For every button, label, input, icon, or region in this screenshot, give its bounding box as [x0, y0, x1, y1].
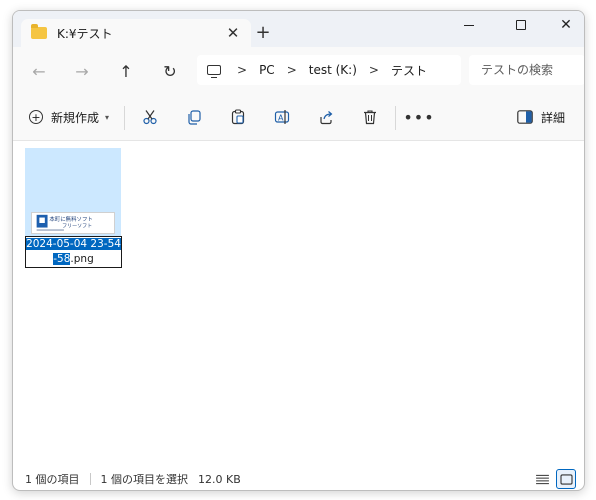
file-item[interactable]: 本町に無料ソフト フリーソフト 2024-05-04 23-54 -58.png — [25, 148, 122, 268]
share-button[interactable] — [312, 103, 340, 131]
status-divider — [89, 473, 91, 485]
view-switcher — [528, 467, 576, 490]
thumbnail-text-2: フリーソフト — [62, 224, 92, 230]
maximize-icon — [516, 20, 526, 30]
rename-selected-text-line1: 2024-05-04 23-54 — [26, 238, 121, 250]
maximize-button[interactable] — [498, 11, 544, 39]
details-button[interactable]: 詳細 — [513, 103, 569, 131]
plus-icon: + — [29, 110, 43, 124]
breadcrumb-separator[interactable]: > — [369, 63, 379, 77]
rename-extension: .png — [70, 253, 94, 265]
cut-icon — [143, 110, 157, 125]
rename-selected-text-line2: -58 — [53, 253, 71, 265]
list-view-icon — [535, 474, 549, 484]
search-box[interactable] — [469, 55, 584, 85]
item-count: 1 個の項目 — [25, 473, 80, 486]
explorer-window: K:¥テスト ✕ + ✕ ← → ↑ ↻ > PC > test (K:) > … — [12, 10, 585, 491]
paste-button[interactable] — [224, 103, 252, 131]
toolbar-divider — [124, 106, 125, 130]
close-icon: ✕ — [560, 17, 572, 33]
command-bar: + 新規作成 ▾ A ••• 詳細 — [13, 93, 584, 141]
rename-icon: A — [274, 110, 290, 124]
breadcrumb-drive[interactable]: test (K:) — [309, 63, 357, 77]
selected-info: 1 個の項目を選択 — [100, 473, 189, 486]
navigation-bar: ← → ↑ ↻ > PC > test (K:) > テスト — [13, 47, 584, 93]
large-icons-view-button[interactable] — [556, 469, 576, 489]
delete-button[interactable] — [356, 103, 384, 131]
thumbnail-text-1: 本町に無料ソフト — [49, 215, 93, 223]
paste-icon — [231, 109, 245, 125]
share-icon — [320, 111, 333, 125]
thumbnail-view-icon — [559, 473, 573, 485]
trash-icon — [364, 110, 376, 125]
new-tab-button[interactable]: + — [251, 22, 275, 46]
address-bar[interactable]: > PC > test (K:) > テスト — [197, 55, 461, 85]
file-view[interactable]: 本町に無料ソフト フリーソフト 2024-05-04 23-54 -58.png — [13, 142, 584, 458]
tab-current-folder[interactable]: K:¥テスト ✕ — [21, 19, 251, 47]
toolbar-divider — [395, 106, 396, 130]
search-input[interactable] — [481, 63, 584, 77]
cut-button[interactable] — [136, 103, 164, 131]
up-button[interactable]: ↑ — [112, 57, 140, 85]
selected-size: 12.0 KB — [198, 472, 241, 486]
details-pane-icon — [517, 110, 533, 124]
copy-button[interactable] — [180, 103, 208, 131]
close-tab-button[interactable]: ✕ — [223, 23, 243, 43]
breadcrumb-pc[interactable]: PC — [259, 63, 275, 77]
details-label: 詳細 — [541, 110, 566, 125]
back-button[interactable]: ← — [25, 57, 53, 85]
rename-field[interactable]: 2024-05-04 23-54 -58.png — [25, 236, 122, 268]
breadcrumb-separator[interactable]: > — [237, 63, 247, 77]
breadcrumb-folder[interactable]: テスト — [391, 62, 427, 79]
minimize-button[interactable] — [446, 11, 492, 39]
status-bar: 1 個の項目 1 個の項目を選択 12.0 KB — [13, 467, 584, 490]
close-window-button[interactable]: ✕ — [543, 11, 584, 39]
title-bar: K:¥テスト ✕ + ✕ — [13, 11, 584, 47]
copy-icon — [188, 110, 201, 125]
file-thumbnail: 本町に無料ソフト フリーソフト — [31, 212, 115, 234]
new-button-label: 新規作成 — [51, 110, 100, 125]
chevron-down-icon: ▾ — [105, 112, 110, 122]
new-button[interactable]: + 新規作成 ▾ — [23, 103, 115, 131]
image-thumbnail-icon: 本町に無料ソフト フリーソフト — [34, 213, 112, 233]
refresh-button[interactable]: ↻ — [156, 57, 184, 85]
folder-icon — [31, 24, 47, 39]
more-options-button[interactable]: ••• — [403, 103, 433, 131]
pc-icon — [207, 65, 221, 78]
forward-button[interactable]: → — [68, 57, 96, 85]
breadcrumb-separator[interactable]: > — [287, 63, 297, 77]
svg-text:A: A — [278, 114, 284, 123]
rename-button[interactable]: A — [268, 103, 296, 131]
minimize-icon — [464, 24, 474, 26]
details-view-button[interactable] — [532, 469, 552, 489]
tab-title: K:¥テスト — [57, 26, 113, 41]
